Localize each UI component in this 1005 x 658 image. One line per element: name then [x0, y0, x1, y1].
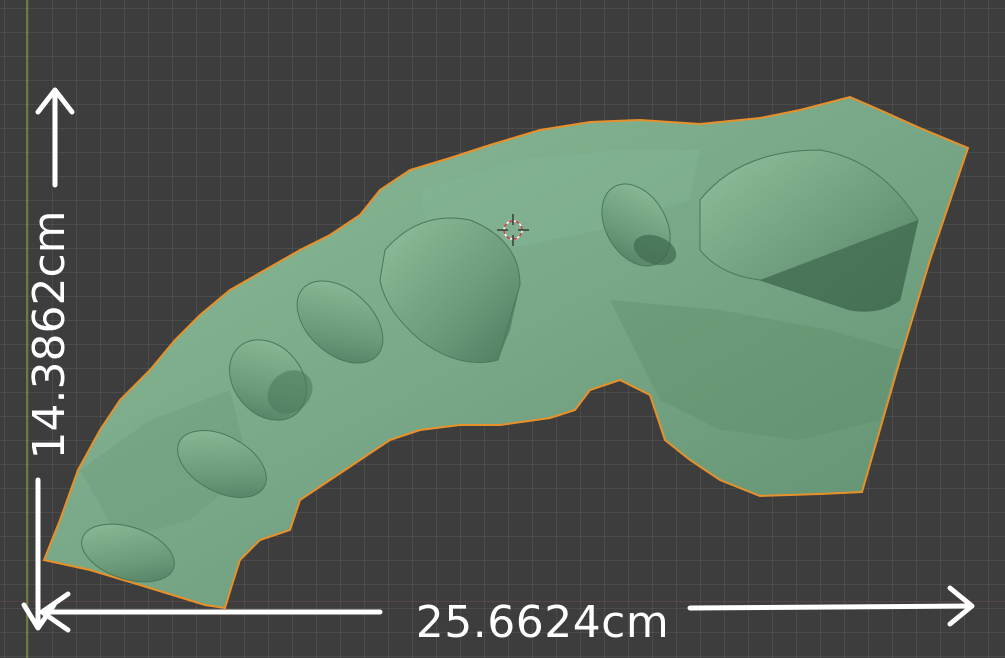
- width-dimension-label: 25.6624cm: [415, 597, 670, 648]
- width-dimension-container: 25.6624cm: [0, 588, 1005, 658]
- height-dimension-label: 14.3862cm: [24, 210, 75, 460]
- 3d-viewport[interactable]: 14.3862cm 25.6624cm: [0, 0, 1005, 658]
- scene-canvas[interactable]: [0, 0, 1005, 658]
